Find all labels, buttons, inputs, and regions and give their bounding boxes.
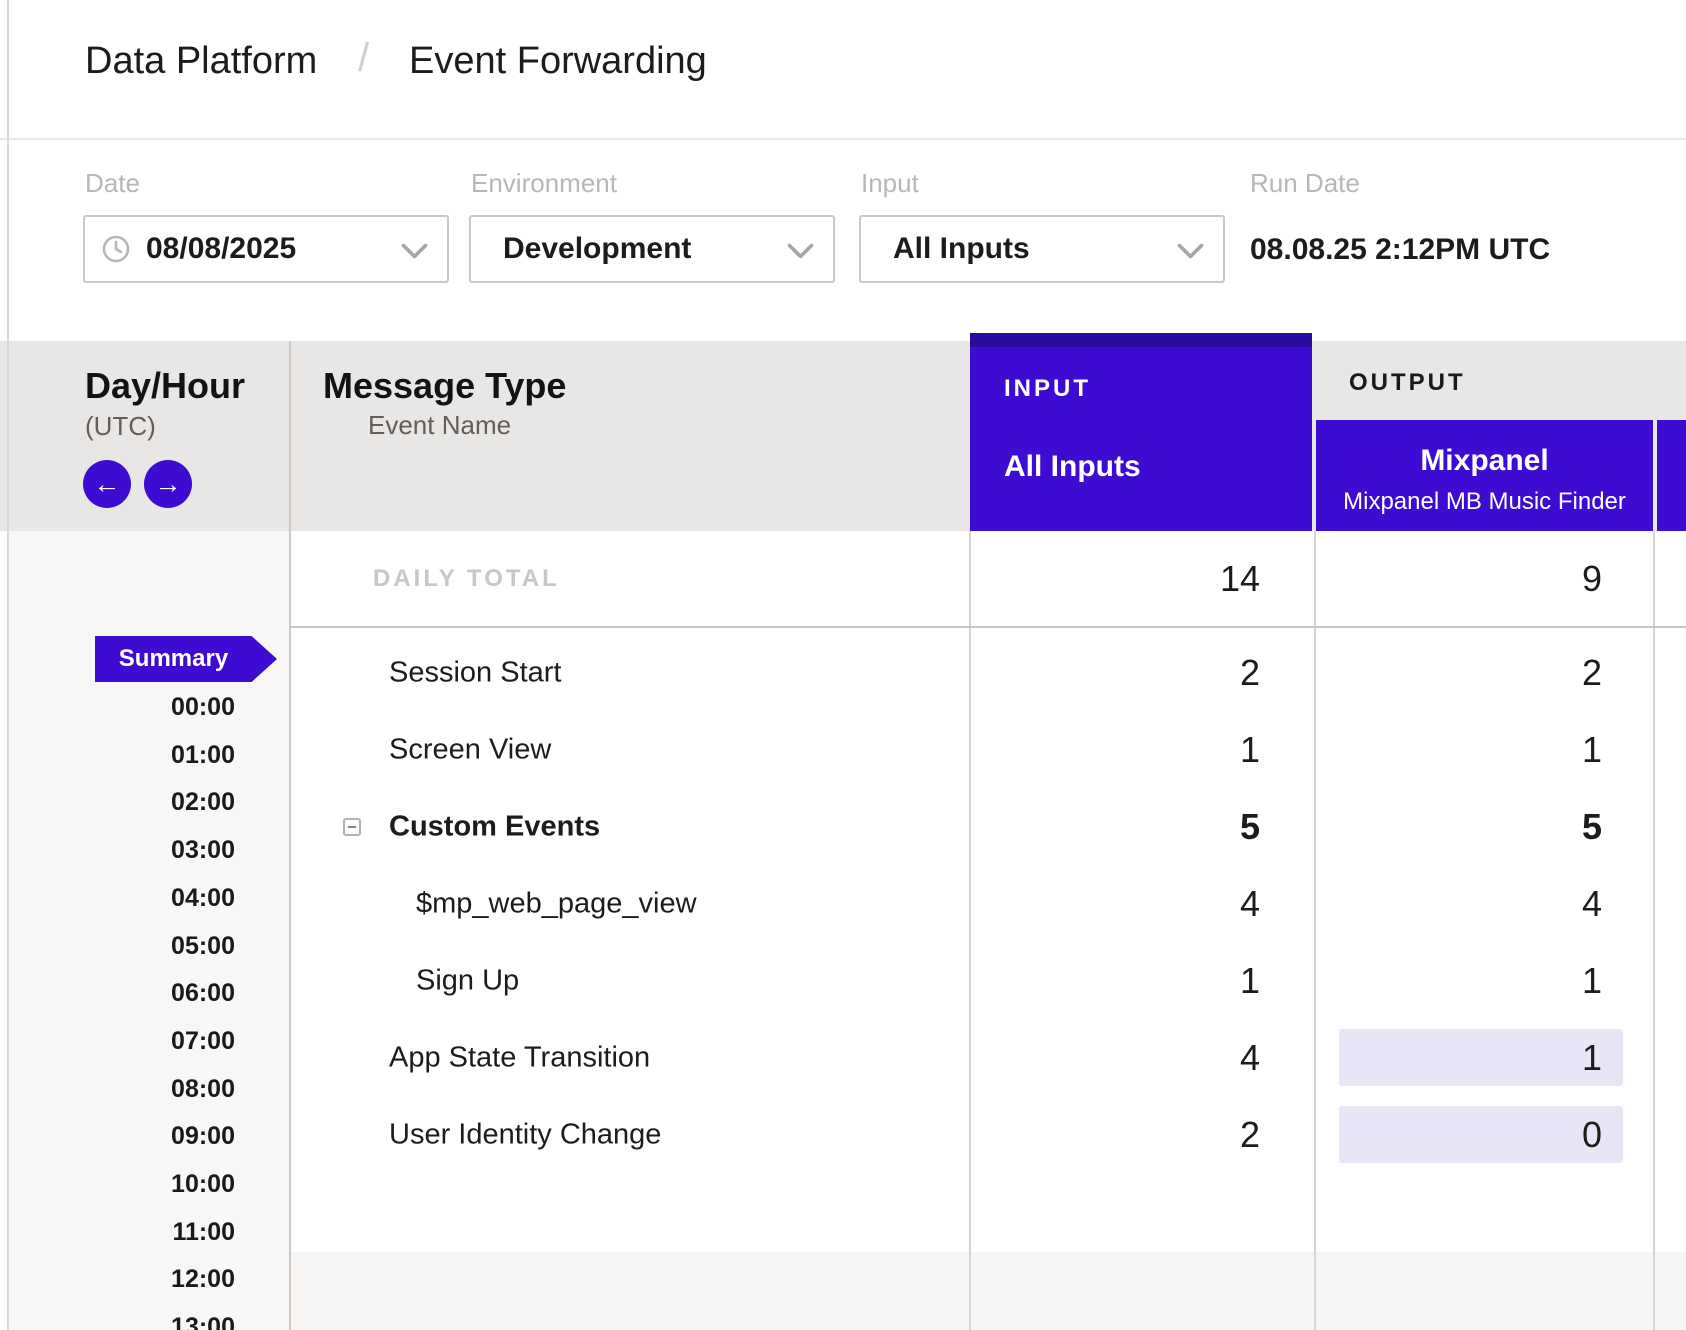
- hour-item[interactable]: 06:00: [0, 980, 235, 1006]
- output-column-partial: [1657, 420, 1686, 531]
- output-destination-name: Mixpanel: [1316, 444, 1653, 478]
- run-date-value: 08.08.25 2:12PM UTC: [1250, 233, 1550, 267]
- environment-dropdown[interactable]: Development: [469, 215, 835, 283]
- event-name: Session Start: [389, 656, 561, 689]
- date-filter-label: Date: [85, 168, 140, 199]
- input-count: 4: [970, 865, 1312, 942]
- daily-total-label: DAILY TOTAL: [373, 565, 560, 593]
- hour-item[interactable]: 07:00: [0, 1028, 235, 1054]
- output-count-value: 1: [1582, 1037, 1602, 1079]
- event-forwarding-page: Data Platform / Event Forwarding Date En…: [0, 0, 1686, 1330]
- hour-item[interactable]: 00:00: [0, 694, 235, 720]
- input-dropdown[interactable]: All Inputs: [859, 215, 1225, 283]
- output-count: 0: [1316, 1096, 1653, 1173]
- chevron-down-icon: [1177, 243, 1204, 265]
- event-name: Sign Up: [416, 964, 519, 997]
- output-count: 1: [1316, 942, 1653, 1019]
- row-divider: [290, 626, 1686, 628]
- next-day-button[interactable]: →: [144, 460, 192, 508]
- date-value: 08/08/2025: [146, 232, 296, 266]
- output-count: 5: [1316, 788, 1653, 865]
- input-count: 2: [970, 1096, 1312, 1173]
- breadcrumb-data-platform[interactable]: Data Platform: [85, 41, 317, 81]
- daily-total-row: DAILY TOTAL 14 9: [290, 531, 1686, 627]
- input-column-accent-strip: [970, 333, 1312, 347]
- table-row: Screen View 1 1: [0, 711, 1686, 788]
- input-count: 5: [970, 788, 1312, 865]
- hour-item[interactable]: 05:00: [0, 933, 235, 959]
- breadcrumb-separator: /: [358, 38, 369, 78]
- output-count-value: 5: [1582, 806, 1602, 848]
- output-count: 1: [1316, 1019, 1653, 1096]
- output-count-value: 4: [1582, 883, 1602, 925]
- event-name: Custom Events: [389, 810, 600, 843]
- table-row: Sign Up 1 1: [0, 942, 1686, 1019]
- message-type-column-title: Message Type: [323, 365, 566, 407]
- minus-icon: [348, 826, 356, 828]
- output-group-label: OUTPUT: [1349, 369, 1466, 397]
- hour-item[interactable]: 12:00: [0, 1266, 235, 1292]
- input-filter-label: Input: [861, 168, 919, 199]
- chevron-down-icon: [787, 243, 814, 265]
- table-row: Custom Events 5 5: [0, 788, 1686, 865]
- hour-item[interactable]: 08:00: [0, 1076, 235, 1102]
- table-row: User Identity Change 2 0: [0, 1096, 1686, 1173]
- hour-item[interactable]: 03:00: [0, 837, 235, 863]
- output-count: 4: [1316, 865, 1653, 942]
- output-count-value: 0: [1582, 1114, 1602, 1156]
- message-type-column-subtitle: Event Name: [368, 410, 511, 441]
- highlight-cell: [1339, 1029, 1623, 1086]
- output-count-value: 2: [1582, 652, 1602, 694]
- previous-day-button[interactable]: ←: [83, 460, 131, 508]
- hour-item[interactable]: 04:00: [0, 885, 235, 911]
- hour-item[interactable]: 10:00: [0, 1171, 235, 1197]
- output-count: 1: [1316, 711, 1653, 788]
- input-count: 2: [970, 634, 1312, 711]
- hour-item[interactable]: 02:00: [0, 789, 235, 815]
- hour-item[interactable]: 11:00: [0, 1219, 235, 1245]
- event-name: $mp_web_page_view: [416, 887, 697, 920]
- date-dropdown[interactable]: 08/08/2025: [83, 215, 449, 283]
- daily-total-input-count: 14: [970, 531, 1312, 627]
- input-group-label: INPUT: [1004, 375, 1091, 403]
- table-row: App State Transition 4 1: [0, 1019, 1686, 1096]
- output-column-header-mixpanel[interactable]: Mixpanel Mixpanel MB Music Finder: [1316, 420, 1653, 531]
- input-column-header: INPUT All Inputs: [970, 333, 1312, 531]
- highlight-cell: [1339, 1106, 1623, 1163]
- chevron-down-icon: [401, 243, 428, 265]
- environment-value: Development: [503, 232, 691, 266]
- summary-badge[interactable]: Summary: [95, 636, 277, 682]
- output-count-value: 1: [1582, 960, 1602, 1002]
- collapse-toggle-icon[interactable]: [343, 818, 361, 836]
- event-name: App State Transition: [389, 1041, 650, 1074]
- breadcrumb-event-forwarding: Event Forwarding: [409, 41, 707, 81]
- hour-item[interactable]: 13:00: [0, 1314, 235, 1330]
- environment-filter-label: Environment: [471, 168, 617, 199]
- top-bar: Data Platform / Event Forwarding: [0, 0, 1686, 140]
- day-hour-column-title: Day/Hour: [85, 365, 245, 407]
- event-name: Screen View: [389, 733, 551, 766]
- input-value: All Inputs: [893, 232, 1030, 266]
- hour-item[interactable]: 09:00: [0, 1123, 235, 1149]
- output-count-value: 1: [1582, 729, 1602, 771]
- input-count: 1: [970, 942, 1312, 1019]
- run-date-label: Run Date: [1250, 168, 1360, 199]
- output-destination-subtitle: Mixpanel MB Music Finder: [1316, 488, 1653, 516]
- input-count: 1: [970, 711, 1312, 788]
- daily-total-output-count: 9: [1316, 531, 1653, 627]
- day-hour-column-subtitle: (UTC): [85, 411, 156, 442]
- output-count: 2: [1316, 634, 1653, 711]
- input-count: 4: [970, 1019, 1312, 1096]
- event-name: User Identity Change: [389, 1118, 661, 1151]
- empty-area: [290, 1252, 1686, 1330]
- hour-item[interactable]: 01:00: [0, 742, 235, 768]
- input-selected-name: All Inputs: [1004, 450, 1141, 484]
- table-row: $mp_web_page_view 4 4: [0, 865, 1686, 942]
- clock-icon: [102, 235, 130, 263]
